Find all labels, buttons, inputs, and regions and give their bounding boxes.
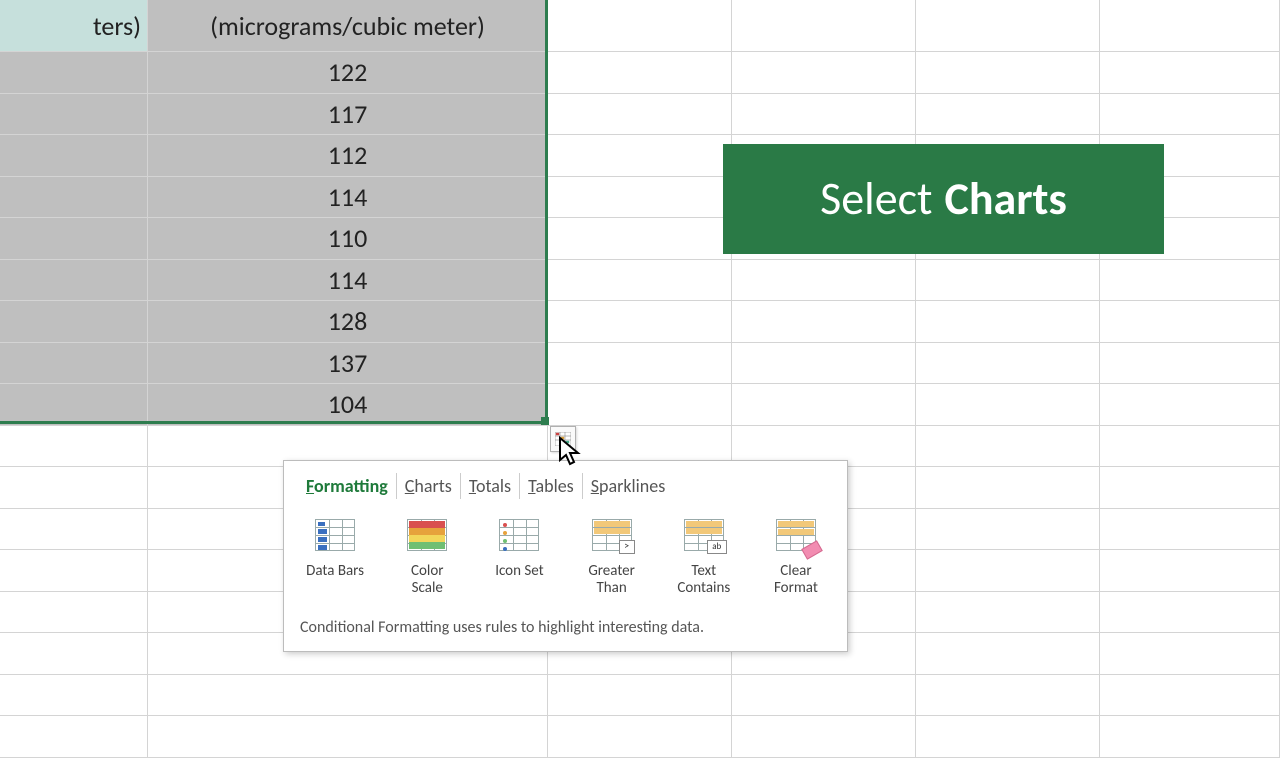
- header-cell-b[interactable]: (micrograms/cubic meter): [148, 0, 548, 51]
- tab-charts[interactable]: Charts: [397, 473, 461, 499]
- tab-sparklines[interactable]: Sparklines: [583, 473, 674, 499]
- instruction-callout: Select Charts: [723, 144, 1164, 254]
- item-text-contains[interactable]: Text Contains: [671, 515, 737, 598]
- data-cell[interactable]: 117: [148, 94, 548, 135]
- quick-analysis-icon: [555, 432, 571, 446]
- cell[interactable]: [0, 384, 148, 425]
- icon-set-icon: [499, 519, 539, 551]
- data-cell[interactable]: 104: [148, 384, 548, 425]
- cell[interactable]: [0, 94, 148, 135]
- qa-description: Conditional Formatting uses rules to hig…: [298, 612, 833, 641]
- item-icon-set[interactable]: Icon Set: [486, 515, 552, 598]
- cell[interactable]: [0, 52, 148, 93]
- clear-format-icon: [776, 519, 816, 551]
- data-cell[interactable]: 112: [148, 135, 548, 176]
- cell[interactable]: [0, 260, 148, 301]
- data-cell[interactable]: 114: [148, 177, 548, 218]
- tab-formatting[interactable]: Formatting: [298, 473, 397, 499]
- greater-than-icon: [592, 519, 632, 551]
- header-row: ters) (micrograms/cubic meter): [0, 0, 1280, 52]
- empty-cell[interactable]: [1100, 0, 1280, 51]
- data-bars-icon: [315, 519, 355, 551]
- callout-bold: Charts: [944, 171, 1066, 227]
- data-cell[interactable]: 122: [148, 52, 548, 93]
- qa-tabs: Formatting Charts Totals Tables Sparklin…: [298, 473, 833, 499]
- qa-items: Data Bars Color Scale Icon Set Greater T…: [298, 511, 833, 602]
- data-cell[interactable]: 114: [148, 260, 548, 301]
- data-cell[interactable]: 128: [148, 301, 548, 342]
- item-clear-format[interactable]: Clear Format: [763, 515, 829, 598]
- empty-cell[interactable]: [548, 0, 732, 51]
- item-data-bars[interactable]: Data Bars: [302, 515, 368, 598]
- cell[interactable]: [0, 135, 148, 176]
- empty-cell[interactable]: [916, 0, 1100, 51]
- color-scale-icon: [407, 519, 447, 551]
- quick-analysis-popup: Formatting Charts Totals Tables Sparklin…: [283, 460, 848, 652]
- tab-tables[interactable]: Tables: [520, 473, 583, 499]
- callout-prefix: Select: [820, 171, 932, 227]
- cell[interactable]: [0, 177, 148, 218]
- quick-analysis-button[interactable]: [550, 426, 576, 452]
- item-greater-than[interactable]: Greater Than: [579, 515, 645, 598]
- item-color-scale[interactable]: Color Scale: [394, 515, 460, 598]
- cell[interactable]: [0, 301, 148, 342]
- cell[interactable]: [0, 343, 148, 384]
- cell[interactable]: [0, 218, 148, 259]
- data-cell[interactable]: 137: [148, 343, 548, 384]
- text-contains-icon: [684, 519, 724, 551]
- header-cell-a[interactable]: ters): [0, 0, 148, 51]
- empty-cell[interactable]: [732, 0, 916, 51]
- data-cell[interactable]: 110: [148, 218, 548, 259]
- tab-totals[interactable]: Totals: [461, 473, 520, 499]
